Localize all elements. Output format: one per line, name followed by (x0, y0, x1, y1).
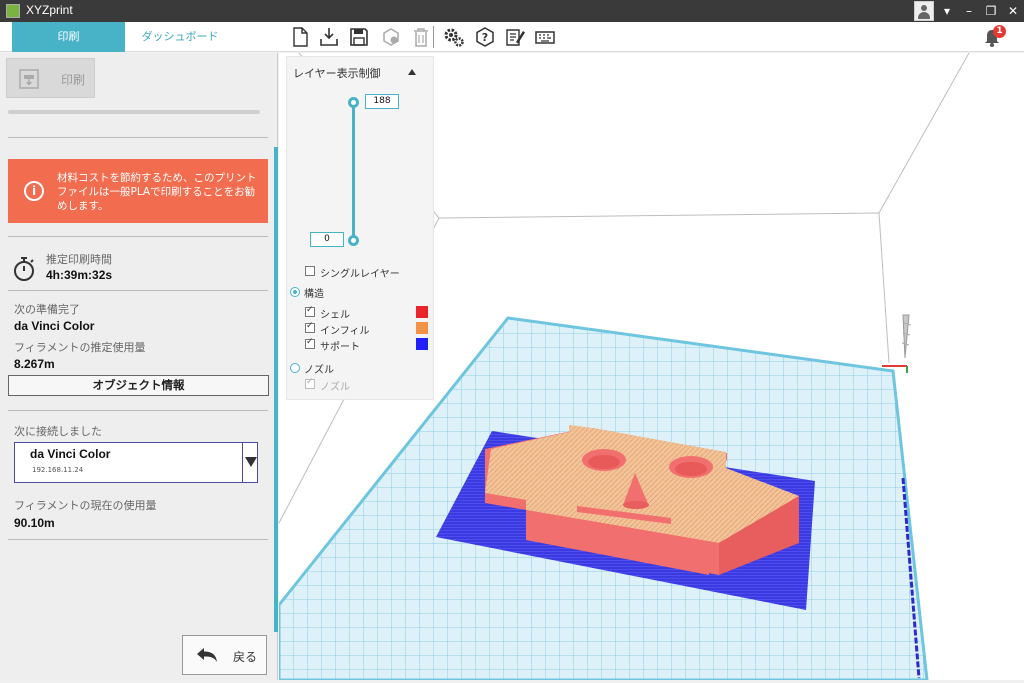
help-icon[interactable]: ? (474, 26, 496, 48)
connected-label: 次に接続しました (14, 425, 102, 438)
trash-icon[interactable] (410, 26, 432, 48)
info-icon: i (24, 181, 44, 201)
import-icon[interactable] (318, 26, 340, 48)
divider (8, 410, 268, 411)
next-ready-printer: da Vinci Color (14, 319, 95, 333)
printer-icon (19, 69, 39, 89)
layer-min-value[interactable]: 0 (310, 232, 344, 247)
layer-min-handle[interactable] (348, 235, 359, 246)
printer-select[interactable]: da Vinci Color 192.168.11.24 (14, 442, 258, 483)
layer-range-slider[interactable] (352, 103, 355, 243)
printer-ip: 192.168.11.24 (32, 466, 84, 474)
account-dropdown-button[interactable]: ▾ (936, 0, 958, 22)
shell-color-swatch[interactable] (416, 306, 428, 318)
layer-max-handle[interactable] (348, 97, 359, 108)
support-color-swatch[interactable] (416, 338, 428, 350)
nozzle-radio[interactable] (290, 363, 300, 373)
layer-control-panel: レイヤー表示制御 188 0 シングルレイヤー 構造 シェル インフィル サポー… (286, 56, 434, 400)
warning-text: 材料コストを節約するため、このプリントファイルは一般PLAで印刷することをお勧め… (57, 172, 257, 212)
collapse-caret-icon[interactable] (408, 69, 416, 75)
close-button[interactable]: ✕ (1002, 0, 1024, 22)
filament-estimate-label: フィラメントの推定使用量 (14, 341, 146, 354)
infill-label: インフィル (320, 326, 370, 337)
tab-dashboard[interactable]: ダッシュボード (125, 22, 235, 52)
layer-panel-title: レイヤー表示制御 (293, 67, 381, 80)
tab-print[interactable]: 印刷 (12, 22, 125, 52)
shell-checkbox[interactable] (305, 305, 315, 317)
print-button[interactable]: 印刷 (6, 58, 95, 98)
gear-icon[interactable] (443, 26, 465, 48)
single-layer-label: シングルレイヤー (320, 269, 400, 280)
estimated-time-value: 4h:39m:32s (46, 268, 113, 282)
layer-max-value[interactable]: 188 (365, 94, 399, 109)
object-info-button[interactable]: オブジェクト情報 (8, 375, 269, 396)
divider (8, 290, 268, 291)
divider (8, 137, 268, 138)
toolbar-separator (433, 26, 434, 48)
infill-checkbox[interactable] (305, 321, 315, 333)
shell-label: シェル (320, 310, 350, 321)
single-layer-checkbox[interactable] (305, 266, 315, 276)
user-avatar[interactable] (914, 1, 934, 21)
support-label: サポート (320, 342, 360, 353)
edit-notes-icon[interactable] (504, 26, 526, 48)
structure-label: 構造 (304, 289, 324, 300)
filament-estimate-value: 8.267m (14, 357, 55, 371)
back-arrow-icon (197, 648, 217, 662)
back-button[interactable]: 戻る (182, 635, 267, 675)
title-bar: XYZprint ▾ – ❐ ✕ (0, 0, 1024, 22)
nozzle-color-swatch (416, 378, 428, 390)
print-progress-bar (8, 110, 260, 114)
cube-settings-icon[interactable] (380, 26, 402, 48)
keyboard-icon[interactable] (534, 26, 556, 48)
notification-badge: 1 (993, 25, 1006, 38)
window-title: XYZprint (26, 3, 73, 17)
filament-current-label: フィラメントの現在の使用量 (14, 499, 157, 512)
filament-current-value: 90.10m (14, 516, 55, 530)
sidebar-scrollbar[interactable] (274, 147, 278, 632)
minimize-button[interactable]: – (958, 0, 980, 22)
nozzle-sub-checkbox[interactable] (305, 377, 315, 389)
estimated-time-label: 推定印刷時間 (46, 253, 112, 266)
app-logo-icon (6, 4, 20, 18)
next-ready-label: 次の準備完了 (14, 303, 80, 316)
material-warning-banner: i 材料コストを節約するため、このプリントファイルは一般PLAで印刷することをお… (8, 159, 268, 223)
infill-color-swatch[interactable] (416, 322, 428, 334)
divider (8, 539, 268, 540)
structure-radio[interactable] (290, 287, 300, 297)
printer-name: da Vinci Color (30, 447, 111, 461)
main-toolbar: 印刷 ダッシュボード ? 1 (0, 22, 1024, 52)
support-checkbox[interactable] (305, 337, 315, 349)
save-icon[interactable] (348, 26, 370, 48)
restore-button[interactable]: ❐ (980, 0, 1002, 22)
nozzle-label: ノズル (304, 365, 334, 376)
back-button-label: 戻る (233, 650, 258, 664)
dropdown-arrow-icon[interactable] (242, 443, 259, 482)
stopwatch-icon (14, 257, 34, 281)
nozzle-sub-label: ノズル (320, 382, 350, 393)
divider (8, 236, 268, 237)
print-button-label: 印刷 (61, 73, 86, 87)
new-file-icon[interactable] (289, 26, 311, 48)
svg-text:?: ? (482, 31, 488, 44)
print-sidebar: 印刷 i 材料コストを節約するため、このプリントファイルは一般PLAで印刷するこ… (0, 53, 278, 680)
